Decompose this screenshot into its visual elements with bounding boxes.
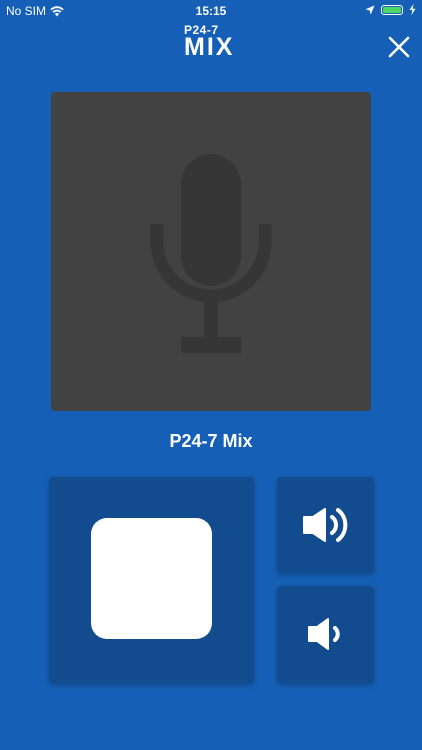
battery-icon <box>381 4 403 15</box>
close-button[interactable] <box>386 34 412 60</box>
status-right <box>365 4 416 15</box>
status-time: 15:15 <box>195 4 227 18</box>
status-bar: No SIM 15:15 <box>0 0 422 22</box>
stop-icon <box>91 518 212 639</box>
charging-bolt-icon <box>409 4 416 15</box>
logo-bottom-text: MIX <box>184 33 235 61</box>
volume-up-button[interactable] <box>277 477 374 573</box>
volume-up-icon <box>303 508 348 542</box>
battery-level <box>383 6 401 13</box>
volume-down-button[interactable] <box>277 586 374 683</box>
station-name: P24-7 Mix <box>169 431 253 451</box>
stop-button[interactable] <box>49 477 254 683</box>
microphone-icon <box>150 154 272 353</box>
app-logo: P24-7 MIX <box>184 24 240 60</box>
station-artwork <box>51 92 371 411</box>
volume-down-icon <box>308 618 340 650</box>
close-icon <box>388 36 410 58</box>
location-arrow-icon <box>365 5 375 14</box>
